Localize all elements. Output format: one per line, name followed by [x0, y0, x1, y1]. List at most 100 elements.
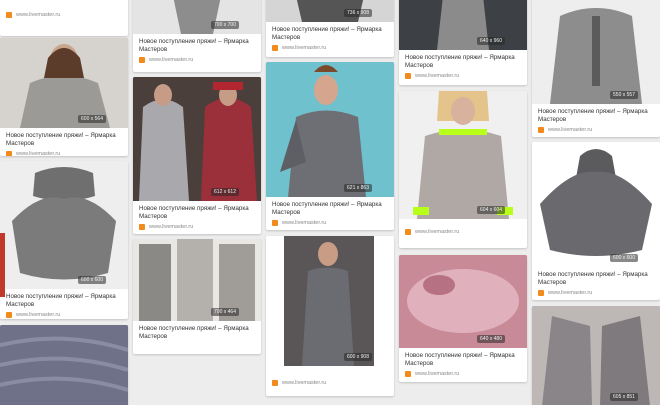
pin-card[interactable]: www.livemaster.ru: [0, 0, 128, 36]
image-dimensions: 605 x 851: [610, 393, 638, 401]
pin-image[interactable]: 600 x 564: [0, 38, 128, 128]
pin-source-text: www.livemaster.ru: [415, 73, 460, 79]
pin-card[interactable]: 700 x 464 Новое поступление пряжи! – Ярм…: [133, 239, 261, 354]
pin-image[interactable]: 605 x 851: [532, 306, 660, 405]
knit-skirt-photo: [133, 0, 261, 34]
pin-image[interactable]: 604 x 604: [399, 91, 527, 219]
pin-card[interactable]: 600 x 908 www.livemaster.ru: [266, 236, 394, 396]
pin-source[interactable]: www.livemaster.ru: [399, 367, 527, 377]
pin-title[interactable]: Новое поступление пряжи! – Ярмарка Масте…: [133, 201, 261, 220]
pin-source-text: www.livemaster.ru: [149, 224, 194, 230]
pink-shawl-photo: [399, 255, 527, 348]
pin-card[interactable]: 700 x 700 Новое поступление пряжи! – Ярм…: [133, 0, 261, 72]
pin-source[interactable]: www.livemaster.ru: [0, 147, 128, 156]
pin-image[interactable]: 612 x 612: [133, 77, 261, 201]
pin-image[interactable]: 736 x 908: [266, 0, 394, 22]
livemaster-favicon-icon: [272, 380, 278, 386]
pin-title[interactable]: Новое поступление пряжи! – Ярмарка Масте…: [0, 128, 128, 147]
fur-cardigan-photo: [133, 77, 261, 201]
image-dimensions: 640 x 480: [477, 335, 505, 343]
image-dimensions: 604 x 604: [477, 206, 505, 214]
pin-image[interactable]: 700 x 700: [133, 0, 261, 34]
pin-source[interactable]: www.livemaster.ru: [0, 308, 128, 318]
pin-source[interactable]: www.livemaster.ru: [532, 123, 660, 133]
livemaster-favicon-icon: [139, 57, 145, 63]
pin-title[interactable]: Новое поступление пряжи! – Ярмарка Масте…: [133, 34, 261, 53]
woman-sweater-photo: [0, 38, 128, 128]
pin-image[interactable]: 621 x 863: [266, 62, 394, 197]
pin-source-text: www.livemaster.ru: [548, 127, 593, 133]
pin-image[interactable]: 600 x 600: [0, 161, 128, 289]
pin-card[interactable]: 640 x 480 Новое поступление пряжи! – Ярм…: [399, 255, 527, 382]
pin-image[interactable]: 600 x 600: [532, 142, 660, 267]
pin-source[interactable]: www.livemaster.ru: [399, 69, 527, 79]
image-dimensions: 600 x 600: [610, 254, 638, 262]
pin-image[interactable]: 550 x 557: [532, 0, 660, 104]
grey-vest-photo: [532, 306, 660, 405]
pin-title[interactable]: Новое поступление пряжи! – Ярмарка Масте…: [133, 321, 261, 340]
long-cardigan-photo: [133, 239, 261, 321]
livemaster-favicon-icon: [405, 73, 411, 79]
pin-source-text: www.livemaster.ru: [415, 371, 460, 377]
pin-source[interactable]: www.livemaster.ru: [399, 219, 527, 235]
pin-card[interactable]: 605 x 851: [532, 306, 660, 405]
pin-image[interactable]: 640 x 960: [399, 0, 527, 50]
pin-card[interactable]: 600 x 564 Новое поступление пряжи! – Ярм…: [0, 38, 128, 156]
livemaster-favicon-icon: [272, 45, 278, 51]
pin-source[interactable]: www.livemaster.ru: [266, 216, 394, 226]
pin-image[interactable]: 640 x 480: [399, 255, 527, 348]
image-dimensions: 621 x 863: [344, 184, 372, 192]
livemaster-favicon-icon: [6, 12, 12, 18]
yarn-skein-photo: [0, 325, 128, 405]
livemaster-favicon-icon: [139, 224, 145, 230]
side-tab[interactable]: [0, 233, 5, 297]
grey-poncho-photo: [0, 161, 128, 289]
pin-title[interactable]: Новое поступление пряжи! – Ярмарка Масте…: [399, 348, 527, 367]
pin-source[interactable]: www.livemaster.ru: [133, 53, 261, 63]
pin-source[interactable]: www.livemaster.ru: [532, 286, 660, 296]
knit-dress-photo: [266, 236, 394, 366]
grey-cardigan-photo: [266, 62, 394, 197]
pin-image[interactable]: 700 x 464: [133, 239, 261, 321]
pin-source-text: www.livemaster.ru: [16, 312, 61, 318]
pin-card[interactable]: 604 x 604 www.livemaster.ru: [399, 91, 527, 248]
livemaster-favicon-icon: [405, 229, 411, 235]
image-dimensions: 736 x 908: [344, 9, 372, 17]
pin-source-text: www.livemaster.ru: [149, 57, 194, 63]
pin-card[interactable]: 640 x 960 Новое поступление пряжи! – Ярм…: [399, 0, 527, 85]
pin-image[interactable]: [0, 325, 128, 405]
image-dimensions: 612 x 612: [211, 188, 239, 196]
image-dimensions: 600 x 908: [344, 353, 372, 361]
pin-card[interactable]: 600 x 600 Новое поступление пряжи! – Ярм…: [0, 161, 128, 319]
pin-card[interactable]: 621 x 863 Новое поступление пряжи! – Ярм…: [266, 62, 394, 230]
pin-title[interactable]: Новое поступление пряжи! – Ярмарка Масте…: [532, 104, 660, 123]
pin-card[interactable]: 550 x 557 Новое поступление пряжи! – Ярм…: [532, 0, 660, 137]
image-dimensions: 600 x 600: [78, 276, 106, 284]
pin-source[interactable]: www.livemaster.ru: [266, 366, 394, 386]
image-dimensions: 550 x 557: [610, 91, 638, 99]
hooded-poncho-photo: [532, 142, 660, 267]
pin-card[interactable]: [0, 325, 128, 405]
pin-source-text: www.livemaster.ru: [16, 12, 61, 18]
grey-dress-photo: [266, 0, 394, 22]
pin-card[interactable]: 736 x 908 Новое поступление пряжи! – Ярм…: [266, 0, 394, 57]
pin-card[interactable]: 600 x 600 Новое поступление пряжи! – Ярм…: [532, 142, 660, 300]
pin-title[interactable]: Новое поступление пряжи! – Ярмарка Масте…: [532, 267, 660, 286]
pin-source[interactable]: www.livemaster.ru: [0, 0, 128, 18]
pin-title[interactable]: Новое поступление пряжи! – Ярмарка Масте…: [399, 50, 527, 69]
livemaster-favicon-icon: [538, 127, 544, 133]
pin-card[interactable]: 612 x 612 Новое поступление пряжи! – Ярм…: [133, 77, 261, 234]
pin-source-text: www.livemaster.ru: [282, 220, 327, 226]
pin-image[interactable]: 600 x 908: [266, 236, 394, 366]
image-dimensions: 700 x 700: [211, 21, 239, 29]
pin-title[interactable]: Новое поступление пряжи! – Ярмарка Масте…: [266, 197, 394, 216]
pin-source-text: www.livemaster.ru: [282, 45, 327, 51]
livemaster-favicon-icon: [6, 151, 12, 156]
pin-title[interactable]: Новое поступление пряжи! – Ярмарка Масте…: [0, 289, 128, 308]
neon-trim-sweater-photo: [399, 91, 527, 219]
pin-source[interactable]: www.livemaster.ru: [266, 41, 394, 51]
livemaster-favicon-icon: [6, 312, 12, 318]
livemaster-favicon-icon: [405, 371, 411, 377]
pin-title[interactable]: Новое поступление пряжи! – Ярмарка Масте…: [266, 22, 394, 41]
pin-source[interactable]: www.livemaster.ru: [133, 220, 261, 230]
